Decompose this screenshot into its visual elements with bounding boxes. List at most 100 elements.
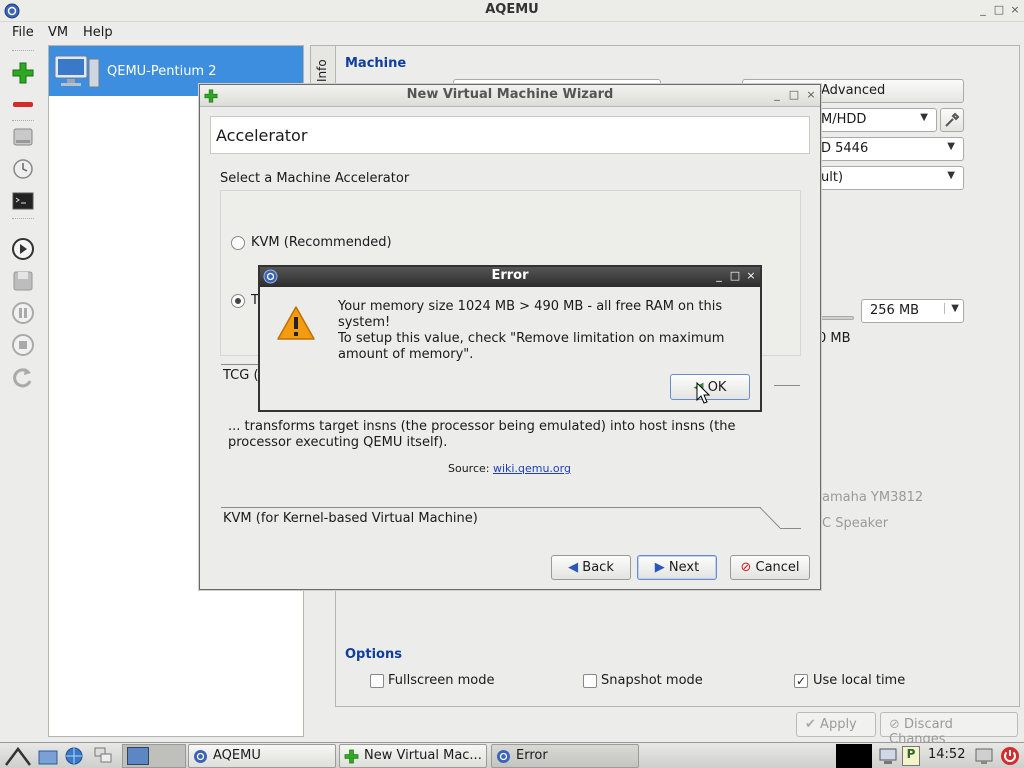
aqemu-logo-icon <box>194 750 207 763</box>
toolbar-separator <box>12 218 34 219</box>
taskbar-item-wizard[interactable]: New Virtual Mac... <box>339 744 487 768</box>
next-arrow-icon: ▶ <box>654 560 665 575</box>
minimize-icon[interactable]: _ <box>770 88 784 102</box>
menu-help[interactable]: Help <box>83 25 113 40</box>
section-fold-icon <box>760 507 781 529</box>
workspace-1[interactable] <box>127 747 149 765</box>
kvm-radio-label[interactable]: KVM (Recommended) <box>251 235 392 250</box>
network-icon[interactable] <box>878 747 898 765</box>
taskbar-item-aqemu[interactable]: AQEMU <box>188 744 336 768</box>
error-message-line: Your memory size 1024 MB > 490 MB - all … <box>338 299 723 314</box>
local-time-label: Use local time <box>813 673 906 688</box>
maximize-icon[interactable]: □ <box>728 269 742 283</box>
lock-screen-icon[interactable] <box>974 747 994 765</box>
remove-vm-icon[interactable] <box>10 92 36 118</box>
clock[interactable]: 14:52 <box>928 747 965 762</box>
discard-icon: ⊘ <box>889 717 900 732</box>
close-icon[interactable]: × <box>1008 3 1022 17</box>
mouse-cursor-icon <box>696 382 710 404</box>
toolbar-separator <box>12 50 34 51</box>
back-button[interactable]: ◀ Back <box>551 555 631 580</box>
next-button[interactable]: ▶ Next <box>637 555 717 580</box>
add-icon <box>344 749 359 764</box>
menu-file[interactable]: File <box>12 25 34 40</box>
wizard-title: New Virtual Machine Wizard <box>406 87 614 102</box>
snapshot-checkbox[interactable] <box>583 674 597 688</box>
window-title: AQEMU <box>485 2 539 17</box>
taskbar-item-label: Error <box>516 748 548 763</box>
back-arrow-icon: ◀ <box>568 560 579 575</box>
clock-icon[interactable] <box>10 156 36 182</box>
terminal-icon[interactable] <box>10 188 36 214</box>
minimize-icon[interactable]: _ <box>976 3 990 17</box>
file-manager-icon[interactable] <box>38 747 58 765</box>
options-section-title: Options <box>345 647 402 662</box>
error-message-line: To setup this value, check "Remove limit… <box>338 331 725 346</box>
power-icon[interactable] <box>1000 746 1020 766</box>
error-titlebar[interactable]: Error _ □ × <box>260 267 760 287</box>
taskbar-item-label: AQEMU <box>213 748 261 763</box>
memory-size-value: 256 MB <box>870 303 920 318</box>
aqemu-logo-icon <box>497 750 510 763</box>
next-label: Next <box>668 560 700 575</box>
cancel-icon: ⊘ <box>740 560 752 575</box>
apply-button[interactable]: ✔ Apply <box>796 712 876 737</box>
fullscreen-checkbox[interactable] <box>370 674 384 688</box>
menubar: File VM Help <box>0 23 1024 44</box>
desktop-switch-icon[interactable] <box>94 747 114 765</box>
wizard-titlebar[interactable]: New Virtual Machine Wizard _ □ × <box>200 85 820 107</box>
section-divider <box>221 507 761 508</box>
source-link[interactable]: wiki.qemu.org <box>493 462 571 475</box>
memory-size-select[interactable]: 256 MB ▼ <box>861 299 964 323</box>
cancel-button[interactable]: ⊘ Cancel <box>730 555 810 580</box>
pause-vm-icon[interactable] <box>10 300 36 326</box>
fullscreen-label: Fullscreen mode <box>388 673 495 688</box>
error-message-line: amount of memory". <box>338 347 474 362</box>
wizard-page-title: Accelerator <box>210 116 810 154</box>
source-label: Source: <box>448 462 490 475</box>
stop-vm-icon[interactable] <box>10 332 36 358</box>
chevron-down-icon: ▼ <box>944 303 959 314</box>
start-vm-icon[interactable] <box>10 236 36 262</box>
apply-label: Apply <box>820 717 857 732</box>
maximize-icon[interactable]: □ <box>992 3 1006 17</box>
error-message-line: system! <box>338 315 391 330</box>
boot-device-value: M/HDD <box>821 112 867 127</box>
browser-icon[interactable] <box>64 746 84 766</box>
cpu-monitor <box>836 744 872 768</box>
close-icon[interactable]: × <box>804 88 818 102</box>
close-icon[interactable]: × <box>744 269 758 283</box>
local-time-checkbox[interactable]: ✓ <box>794 674 808 688</box>
kvm-radio[interactable] <box>231 236 245 250</box>
minimize-icon[interactable]: _ <box>712 269 726 283</box>
taskbar: AQEMU New Virtual Mac... Error P 14:52 <box>0 742 1024 768</box>
taskbar-item-error[interactable]: Error <box>491 744 639 768</box>
error-title: Error <box>491 268 529 283</box>
start-menu-icon[interactable] <box>4 745 32 767</box>
reset-vm-icon[interactable] <box>10 364 36 390</box>
back-label: Back <box>582 560 614 575</box>
ok-label: OK <box>707 380 727 395</box>
video-card-value: D 5446 <box>821 141 869 156</box>
section-divider <box>780 528 801 529</box>
disk-icon[interactable] <box>10 124 36 150</box>
window-titlebar[interactable]: AQEMU _ □ × <box>0 0 1024 22</box>
tcg-description: ... transforms target insns (the process… <box>228 419 736 450</box>
error-message: Your memory size 1024 MB > 490 MB - all … <box>338 299 738 363</box>
sound-card-speaker: C Speaker <box>822 516 889 531</box>
clipboard-icon[interactable]: P <box>902 746 920 766</box>
discard-changes-button[interactable]: ⊘ Discard Changes <box>880 712 1018 747</box>
configure-tools-button[interactable] <box>940 108 964 132</box>
kvm-section-title: KVM (for Kernel-based Virtual Machine) <box>223 511 478 526</box>
error-dialog: Error _ □ × Your memory size 1024 MB > 4… <box>258 265 762 412</box>
warning-icon <box>277 306 315 340</box>
save-icon[interactable] <box>10 268 36 294</box>
ok-button[interactable]: ◀ OK <box>670 374 750 400</box>
apply-icon: ✔ <box>805 717 816 732</box>
maximize-icon[interactable]: □ <box>787 88 801 102</box>
workspace-pager[interactable] <box>122 744 186 768</box>
tcg-radio[interactable] <box>231 294 245 308</box>
add-vm-icon[interactable] <box>10 60 36 86</box>
menu-vm[interactable]: VM <box>48 25 68 40</box>
taskbar-item-label: New Virtual Mac... <box>364 748 482 763</box>
